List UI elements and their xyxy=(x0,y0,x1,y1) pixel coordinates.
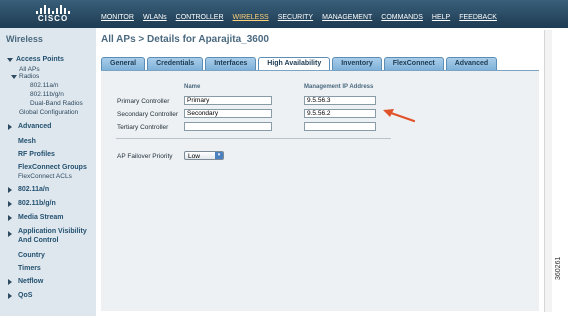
ap-failover-priority-value: Low xyxy=(188,153,200,160)
tertiary-name-input[interactable] xyxy=(184,122,272,131)
sidebar-item-radios[interactable]: Radios xyxy=(19,73,39,80)
expand-icon[interactable] xyxy=(11,75,17,79)
menu-help[interactable]: HELP xyxy=(432,14,450,21)
sidebar-item-access-points[interactable]: Access Points xyxy=(16,56,64,63)
secondary-ip-input[interactable] xyxy=(304,109,376,118)
main-panel: All APs > Details for Aparajita_3600 Gen… xyxy=(96,28,568,316)
cisco-logo: CISCO xyxy=(30,4,76,26)
tab-bar: General Credentials Interfaces High Avai… xyxy=(101,57,499,70)
sidebar-item-radio-an[interactable]: 802.11a/n xyxy=(30,82,58,89)
tertiary-controller-label: Tertiary Controller xyxy=(117,124,169,131)
sidebar-item-netflow[interactable]: Netflow xyxy=(18,278,43,285)
menu-management[interactable]: MANAGEMENT xyxy=(322,14,372,21)
expand-icon[interactable] xyxy=(8,201,12,207)
tab-general[interactable]: General xyxy=(101,57,146,70)
section-divider xyxy=(116,138,391,139)
sidebar-item-flexconnect-acls[interactable]: FlexConnect ACLs xyxy=(18,173,72,180)
menu-monitor[interactable]: MONITOR xyxy=(101,14,134,21)
expand-icon[interactable] xyxy=(7,58,13,62)
tab-high-availability[interactable]: High Availability xyxy=(258,57,331,70)
sidebar-item-avc[interactable]: Application Visibility xyxy=(18,228,87,235)
sidebar-item-dual-band[interactable]: Dual-Band Radios xyxy=(30,100,83,107)
menu-controller[interactable]: CONTROLLER xyxy=(176,14,224,21)
menu-security[interactable]: SECURITY xyxy=(278,14,313,21)
sidebar-item-all-aps[interactable]: All APs xyxy=(19,66,40,73)
primary-name-input[interactable] xyxy=(184,96,272,105)
sidebar: Wireless Access Points All APs Radios 80… xyxy=(0,28,96,316)
tab-content: Name Management IP Address Primary Contr… xyxy=(101,70,539,311)
secondary-controller-label: Secondary Controller xyxy=(117,111,179,118)
menu-commands[interactable]: COMMANDS xyxy=(381,14,423,21)
secondary-name-input[interactable] xyxy=(184,109,272,118)
expand-icon[interactable] xyxy=(8,279,12,285)
menu-feedback[interactable]: FEEDBACK xyxy=(459,14,497,21)
sidebar-item-timers[interactable]: Timers xyxy=(18,265,41,272)
sidebar-item-media-stream[interactable]: Media Stream xyxy=(18,214,64,221)
top-header: CISCO MONITOR WLANs CONTROLLER WIRELESS … xyxy=(0,0,568,28)
sidebar-item-rf-profiles[interactable]: RF Profiles xyxy=(18,151,55,158)
sidebar-item-radio-bgn[interactable]: 802.11b/g/n xyxy=(30,91,64,98)
sidebar-title: Wireless xyxy=(6,34,43,44)
tertiary-ip-input[interactable] xyxy=(304,122,376,131)
primary-ip-input[interactable] xyxy=(304,96,376,105)
column-header-name: Name xyxy=(184,84,201,90)
dropdown-arrow-icon: ▾ xyxy=(215,152,223,159)
menu-wireless[interactable]: WIRELESS xyxy=(233,14,269,21)
tab-inventory[interactable]: Inventory xyxy=(332,57,382,70)
ap-failover-priority-select[interactable]: Low ▾ xyxy=(184,151,224,160)
sidebar-item-country[interactable]: Country xyxy=(18,252,45,259)
tab-advanced[interactable]: Advanced xyxy=(445,57,498,70)
sidebar-item-qos[interactable]: QoS xyxy=(18,292,32,299)
red-arrow-icon xyxy=(383,109,416,123)
brand-name: CISCO xyxy=(37,14,69,23)
sidebar-item-80211bgn[interactable]: 802.11b/g/n xyxy=(18,200,56,207)
ap-failover-priority-label: AP Failover Priority xyxy=(117,153,173,160)
sidebar-item-80211an[interactable]: 802.11a/n xyxy=(18,186,49,193)
primary-controller-label: Primary Controller xyxy=(117,98,170,105)
sidebar-item-advanced[interactable]: Advanced xyxy=(18,123,51,130)
expand-icon[interactable] xyxy=(8,187,12,193)
expand-icon[interactable] xyxy=(8,293,12,299)
tab-flexconnect[interactable]: FlexConnect xyxy=(383,57,444,70)
logo-bars-icon xyxy=(30,4,76,14)
column-header-ip: Management IP Address xyxy=(304,84,374,90)
menu-wlans[interactable]: WLANs xyxy=(143,14,167,21)
expand-icon[interactable] xyxy=(8,215,12,221)
expand-icon[interactable] xyxy=(8,124,12,130)
tab-interfaces[interactable]: Interfaces xyxy=(205,57,257,70)
tab-credentials[interactable]: Credentials xyxy=(147,57,204,70)
sidebar-item-mesh[interactable]: Mesh xyxy=(18,138,36,145)
sidebar-item-global-config[interactable]: Global Configuration xyxy=(19,109,78,116)
sidebar-item-flexconnect-groups[interactable]: FlexConnect Groups xyxy=(18,164,87,171)
vertical-scrollbar[interactable] xyxy=(544,30,552,312)
main-menu: MONITOR WLANs CONTROLLER WIRELESS SECURI… xyxy=(101,14,506,21)
image-id-watermark: 360261 xyxy=(555,256,562,280)
page-title: All APs > Details for Aparajita_3600 xyxy=(101,34,269,45)
sidebar-item-avc-line2: And Control xyxy=(18,237,59,244)
expand-icon[interactable] xyxy=(8,231,12,237)
